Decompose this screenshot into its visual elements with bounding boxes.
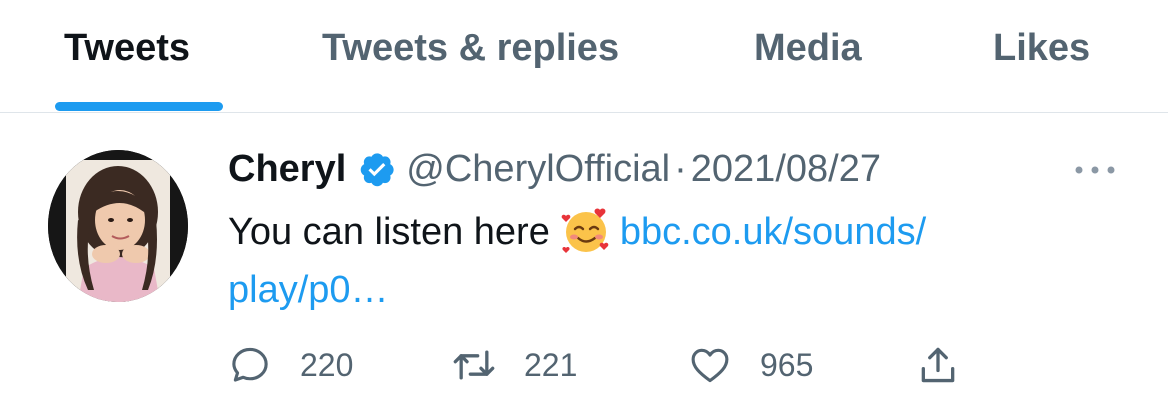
like-count: 965	[760, 346, 814, 383]
verified-badge-icon	[361, 153, 394, 187]
tweet-text: You can listen here	[228, 211, 550, 253]
retweet-count: 221	[524, 346, 578, 383]
author-handle[interactable]: @CherylOfficial	[406, 148, 670, 190]
reply-icon	[232, 347, 268, 382]
like-icon	[691, 348, 729, 383]
reply-count: 220	[300, 346, 354, 383]
profile-tabs: Tweets Tweets & replies Media Likes	[0, 0, 1168, 113]
tweet-date[interactable]: 2021/08/27	[691, 148, 881, 190]
smiling-face-with-hearts-icon	[561, 208, 609, 253]
tweet-text-line-2: play/p0…	[228, 264, 389, 316]
retweet-button[interactable]: 221	[452, 342, 577, 388]
author-name[interactable]: Cheryl	[228, 148, 346, 190]
tweet-header: Cheryl @CherylOfficial · 2021/08/27	[228, 143, 881, 195]
active-tab-indicator	[55, 102, 223, 111]
tab-likes[interactable]: Likes	[993, 24, 1090, 72]
share-icon	[921, 347, 955, 383]
share-button[interactable]	[916, 342, 960, 388]
tweet-text-line: You can listen here bbc.co.uk/sounds/	[228, 204, 926, 258]
reply-button[interactable]: 220	[228, 342, 353, 388]
retweet-icon	[453, 350, 495, 380]
tab-tweets[interactable]: Tweets	[64, 24, 190, 72]
tweet-link-continued[interactable]: play/p0…	[228, 269, 389, 311]
more-icon[interactable]	[1072, 158, 1118, 182]
tab-media[interactable]: Media	[754, 24, 862, 72]
tweet-link[interactable]: bbc.co.uk/sounds/	[620, 211, 926, 253]
like-button[interactable]: 965	[688, 342, 813, 388]
header-separator: ·	[674, 148, 687, 190]
avatar[interactable]	[48, 150, 188, 302]
avatar-image	[48, 150, 188, 302]
tweet-actions: 220 221 965	[228, 342, 988, 388]
tab-tweets-and-replies[interactable]: Tweets & replies	[322, 24, 619, 72]
